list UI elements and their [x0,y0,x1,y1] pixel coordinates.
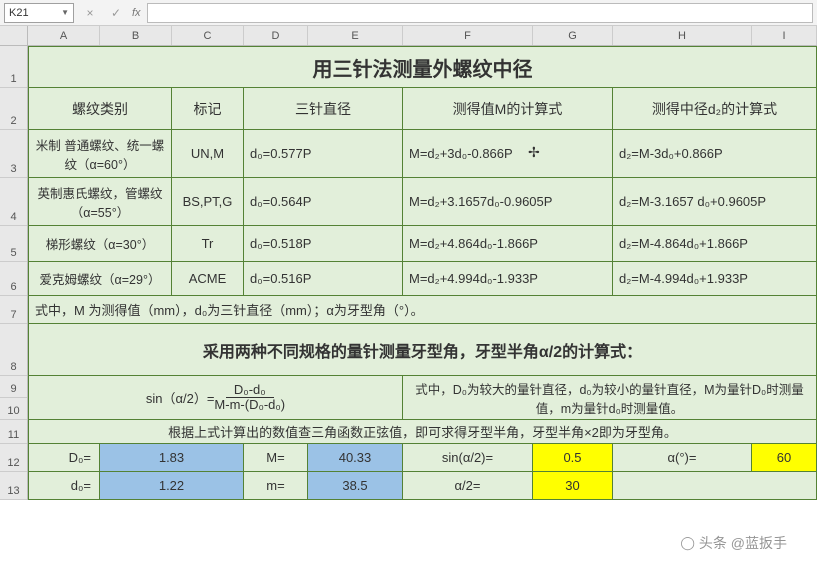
row-header-1[interactable]: 1 [0,46,27,88]
table-row: 梯形螺纹（α=30°）Trd₀=0.518PM=d₂+4.864d₀-1.866… [28,226,817,262]
sin-label: sin(α/2)= [403,444,533,472]
col-header-H[interactable]: H [613,26,752,45]
select-all-corner[interactable] [0,26,28,46]
mark-cell: UN,M [172,130,244,178]
row-header-13[interactable]: 13 [0,472,27,500]
formD-cell: d₂=M-3d₀+0.866P [613,130,817,178]
col-header-G[interactable]: G [533,26,613,45]
type-cell: 英制惠氏螺纹，管螺纹（α=55°） [28,178,172,226]
sin-value[interactable]: 0.5 [533,444,613,472]
cancel-icon[interactable]: × [80,6,100,20]
angle-label: α(°)= [613,444,752,472]
D0-label: D₀= [28,444,100,472]
row-header-5[interactable]: 5 [0,226,27,262]
row-header-7[interactable]: 7 [0,296,27,324]
diam-cell: d₀=0.577P [244,130,403,178]
row-header-8[interactable]: 8 [0,324,27,376]
grid-body[interactable]: 用三针法测量外螺纹中径 螺纹类别 标记 三针直径 测得值M的计算式 测得中径d₂… [28,46,817,500]
formD-cell: d₂=M-3.1657 d₀+0.9605P [613,178,817,226]
note-1: 式中，M 为测得值（mm），d₀为三针直径（mm）；α为牙型角（°）。 [28,296,817,324]
watermark-text: 头条 @蓝扳手 [699,533,787,553]
name-box[interactable]: K21 ▼ [4,3,74,23]
d0-value[interactable]: 1.22 [100,472,244,500]
formM-cell: M=d₂+3.1657d₀-0.9605P [403,178,613,226]
m-label: m= [244,472,308,500]
row-header-3[interactable]: 3 [0,130,27,178]
table-row: 英制惠氏螺纹，管螺纹（α=55°）BS,PT,Gd₀=0.564PM=d₂+3.… [28,178,817,226]
watermark: ◯ 头条 @蓝扳手 [680,533,787,553]
fx-icon[interactable]: fx [132,7,141,19]
formD-cell: d₂=M-4.864d₀+1.866P [613,226,817,262]
chevron-down-icon[interactable]: ▼ [61,8,69,17]
spreadsheet-grid: 12345678910111213 用三针法测量外螺纹中径 螺纹类别 标记 三针… [0,46,817,500]
type-cell: 梯形螺纹（α=30°） [28,226,172,262]
diam-cell: d₀=0.516P [244,262,403,296]
type-cell: 爱克姆螺纹（α=29°） [28,262,172,296]
table-row: 爱克姆螺纹（α=29°）ACMEd₀=0.516PM=d₂+4.994d₀-1.… [28,262,817,296]
row-header-6[interactable]: 6 [0,262,27,296]
hdr-mark: 标记 [172,88,244,130]
hdr-diam: 三针直径 [295,99,351,119]
formula-bar: K21 ▼ × ✓ fx [0,0,817,26]
col-header-A[interactable]: A [28,26,100,45]
M-label: M= [244,444,308,472]
row-header-11[interactable]: 11 [0,420,27,444]
table-row: 米制 普通螺纹、统一螺纹（α=60°）UN,Md₀=0.577PM=d₂+3d₀… [28,130,817,178]
row-headers: 12345678910111213 [0,46,28,500]
row-header-9[interactable]: 9 [0,376,27,398]
col-header-F[interactable]: F [403,26,533,45]
formM-cell: M=d₂+4.864d₀-1.866P [403,226,613,262]
mark-cell: ACME [172,262,244,296]
diam-cell: d₀=0.518P [244,226,403,262]
col-header-I[interactable]: I [752,26,817,45]
col-header-C[interactable]: C [172,26,244,45]
empty-cell [613,472,817,500]
diam-cell: d₀=0.564P [244,178,403,226]
formula-fraction: sin（α/2）= D₀-d₀ M-m-(D₀-d₀) [28,376,403,420]
frac-numerator: D₀-d₀ [226,383,274,398]
formula-input[interactable] [147,3,813,23]
watermark-icon: ◯ [680,535,695,551]
note-2: 式中，D₀为较大的量针直径，d₀为较小的量针直径，M为量针D₀时测量值，m为量针… [403,376,817,420]
type-cell: 米制 普通螺纹、统一螺纹（α=60°） [28,130,172,178]
M-value[interactable]: 40.33 [308,444,403,472]
row-header-10[interactable]: 10 [0,398,27,420]
mark-cell: BS,PT,G [172,178,244,226]
row-header-2[interactable]: 2 [0,88,27,130]
formM-cell: M=d₂+4.994d₀-1.933P [403,262,613,296]
D0-value[interactable]: 1.83 [100,444,244,472]
row-header-4[interactable]: 4 [0,178,27,226]
accept-icon[interactable]: ✓ [106,6,126,20]
formM-cell: M=d₂+3d₀-0.866P [403,130,613,178]
hdr-type: 螺纹类别 [28,88,172,130]
mark-cell: Tr [172,226,244,262]
cursor-icon: ✢ [528,144,540,161]
half-label: α/2= [403,472,533,500]
d0-label: d₀= [28,472,100,500]
row-header-12[interactable]: 12 [0,444,27,472]
section-2-title: 采用两种不同规格的量针测量牙型角，牙型半角α/2的计算式： [28,324,817,376]
sheet-title: 用三针法测量外螺纹中径 [28,46,817,88]
active-cell-ref: K21 [9,7,29,19]
angle-value[interactable]: 60 [752,444,817,472]
half-value[interactable]: 30 [533,472,613,500]
frac-lhs: sin（α/2）= [146,388,215,407]
hdr-formD: 测得中径d₂的计算式 [613,88,817,130]
m-value[interactable]: 38.5 [308,472,403,500]
formD-cell: d₂=M-4.994d₀+1.933P [613,262,817,296]
frac-denominator: M-m-(D₀-d₀) [214,398,285,412]
note-3: 根据上式计算出的数值查三角函数正弦值，即可求得牙型半角，牙型半角×2即为牙型角。 [28,420,817,444]
hdr-formM: 测得值M的计算式 [403,88,613,130]
col-header-E[interactable]: E [308,26,403,45]
col-header-B[interactable]: B [100,26,172,45]
col-header-D[interactable]: D [244,26,308,45]
column-headers: ABCDEFGHI [0,26,817,46]
